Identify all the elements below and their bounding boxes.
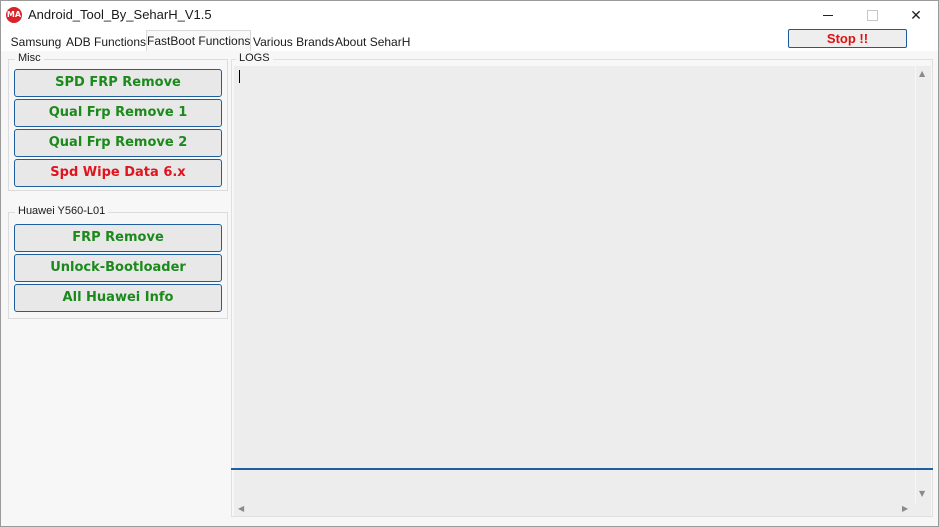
tab-page-fastboot: Misc SPD FRP Remove Qual Frp Remove 1 Qu… xyxy=(1,51,938,526)
logs-bottom-border xyxy=(231,468,933,470)
minimize-icon xyxy=(823,15,833,16)
frp-remove-button[interactable]: FRP Remove xyxy=(14,224,222,252)
tab-strip: Samsung ADB Functions FastBoot Functions… xyxy=(1,29,938,51)
misc-group-title: Misc xyxy=(15,52,44,64)
text-caret xyxy=(239,70,240,83)
huawei-group: Huawei Y560-L01 FRP Remove Unlock-Bootlo… xyxy=(8,205,228,319)
tab-fastboot-functions[interactable]: FastBoot Functions xyxy=(146,30,251,51)
horizontal-scrollbar[interactable]: ◀ ▶ xyxy=(234,503,931,516)
stop-button[interactable]: Stop !! xyxy=(788,29,907,48)
maximize-button[interactable] xyxy=(849,1,895,30)
unlock-bootloader-button[interactable]: Unlock-Bootloader xyxy=(14,254,222,282)
tab-samsung[interactable]: Samsung xyxy=(9,33,63,51)
qual-frp-remove-2-button[interactable]: Qual Frp Remove 2 xyxy=(14,129,222,157)
spd-wipe-data-button[interactable]: Spd Wipe Data 6.x xyxy=(14,159,222,187)
logs-group-title: LOGS xyxy=(236,52,273,64)
app-window: MA Android_Tool_By_SeharH_V1.5 ✕ Samsung… xyxy=(0,0,939,527)
close-icon: ✕ xyxy=(910,7,922,24)
window-title: Android_Tool_By_SeharH_V1.5 xyxy=(28,7,212,22)
scroll-right-icon[interactable]: ▶ xyxy=(902,504,908,513)
scroll-down-icon[interactable]: ▼ xyxy=(919,489,925,498)
scroll-left-icon[interactable]: ◀ xyxy=(238,504,244,513)
qual-frp-remove-1-button[interactable]: Qual Frp Remove 1 xyxy=(14,99,222,127)
title-bar: MA Android_Tool_By_SeharH_V1.5 ✕ xyxy=(1,1,938,30)
app-logo-icon: MA xyxy=(6,7,22,23)
all-huawei-info-button[interactable]: All Huawei Info xyxy=(14,284,222,312)
spd-frp-remove-button[interactable]: SPD FRP Remove xyxy=(14,69,222,97)
tab-about-seharh[interactable]: About SeharH xyxy=(335,33,410,51)
huawei-group-title: Huawei Y560-L01 xyxy=(15,205,109,217)
logs-textbox[interactable] xyxy=(234,66,915,503)
maximize-icon xyxy=(866,10,878,21)
misc-group: Misc SPD FRP Remove Qual Frp Remove 1 Qu… xyxy=(8,52,228,191)
tab-adb-functions[interactable]: ADB Functions xyxy=(66,33,146,51)
close-button[interactable]: ✕ xyxy=(893,1,938,30)
vertical-scrollbar[interactable]: ▲ ▼ xyxy=(916,66,931,503)
minimize-button[interactable] xyxy=(805,1,851,30)
scroll-up-icon[interactable]: ▲ xyxy=(919,69,925,78)
tab-various-brands[interactable]: Various Brands xyxy=(253,33,334,51)
logs-group: LOGS ▲ ▼ ◀ ▶ xyxy=(231,52,933,517)
